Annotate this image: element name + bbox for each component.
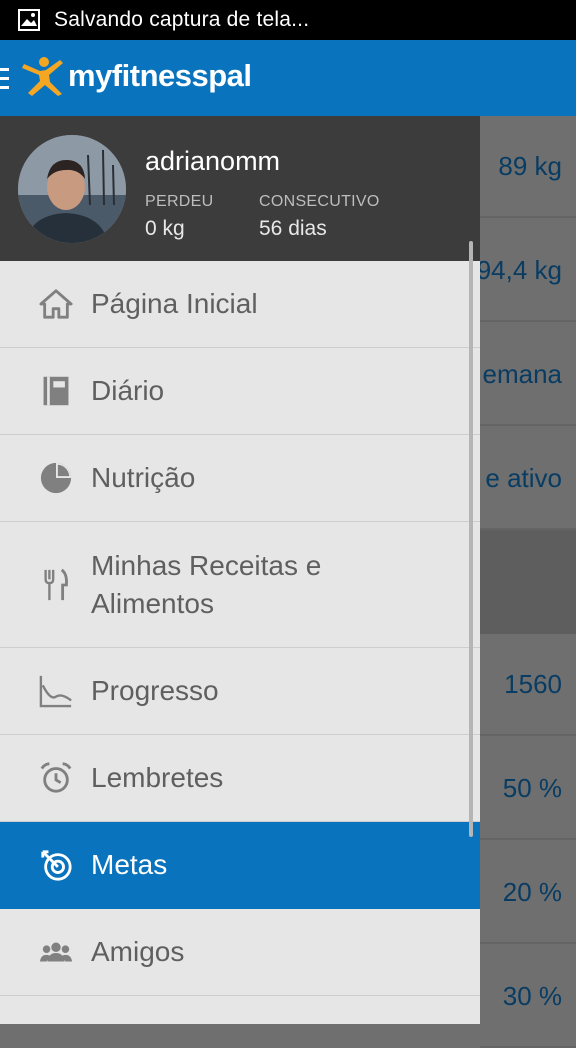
background-row: e ativo (480, 428, 576, 530)
username: adrianomm (145, 146, 281, 176)
home-icon (38, 286, 74, 322)
menu-item-progress[interactable]: Progresso (0, 648, 480, 735)
menu-item-recipes[interactable]: Minhas Receitas e Alimentos (0, 522, 480, 648)
app-logo[interactable]: myfitnesspal (20, 54, 252, 98)
background-row: 89 kg (480, 116, 576, 218)
background-section-header (480, 530, 576, 634)
profile-header[interactable]: adrianomm PERDEU 0 kg CONSECUTIVO 56 dia… (0, 116, 480, 261)
background-row: 1560 (480, 634, 576, 736)
background-row: 30 % (480, 946, 576, 1048)
menu-item-friends[interactable]: Amigos (0, 909, 480, 996)
screenshot-icon (18, 9, 40, 31)
menu-item-goals[interactable]: Metas (0, 822, 480, 909)
lost-label: PERDEU (145, 193, 214, 210)
menu-item-diary[interactable]: Diário (0, 348, 480, 435)
friends-icon (38, 934, 74, 970)
drawer-menu: Página Inicial Diário Nutrição Minhas Re… (0, 261, 480, 996)
alarm-clock-icon (38, 760, 74, 796)
navigation-drawer: adrianomm PERDEU 0 kg CONSECUTIVO 56 dia… (0, 116, 480, 1024)
notification-text: Salvando captura de tela... (54, 8, 310, 31)
utensils-icon (38, 567, 74, 603)
menu-item-nutrition[interactable]: Nutrição (0, 435, 480, 522)
background-row: 50 % (480, 738, 576, 840)
target-icon (38, 847, 74, 883)
avatar[interactable] (18, 135, 126, 243)
menu-item-reminders[interactable]: Lembretes (0, 735, 480, 822)
pie-chart-icon (38, 460, 74, 496)
streak-label: CONSECUTIVO (259, 193, 380, 210)
background-row: 94,4 kg (480, 220, 576, 322)
background-row: emana (480, 324, 576, 426)
background-row: 20 % (480, 842, 576, 944)
app-bar: myfitnesspal (0, 40, 576, 116)
diary-icon (38, 373, 74, 409)
user-photo (18, 135, 126, 243)
lost-value: 0 kg (145, 217, 185, 240)
menu-icon[interactable] (0, 68, 9, 90)
background-content: 89 kg 94,4 kg emana e ativo 1560 50 % 20… (480, 116, 576, 1048)
runner-logo-icon (22, 57, 63, 96)
drawer-scrollbar[interactable] (469, 241, 473, 837)
streak-value: 56 dias (259, 217, 327, 240)
chart-icon (38, 673, 74, 709)
brand-name: myfitnesspal (68, 58, 252, 93)
status-bar: Salvando captura de tela... (0, 0, 576, 40)
menu-item-home[interactable]: Página Inicial (0, 261, 480, 348)
